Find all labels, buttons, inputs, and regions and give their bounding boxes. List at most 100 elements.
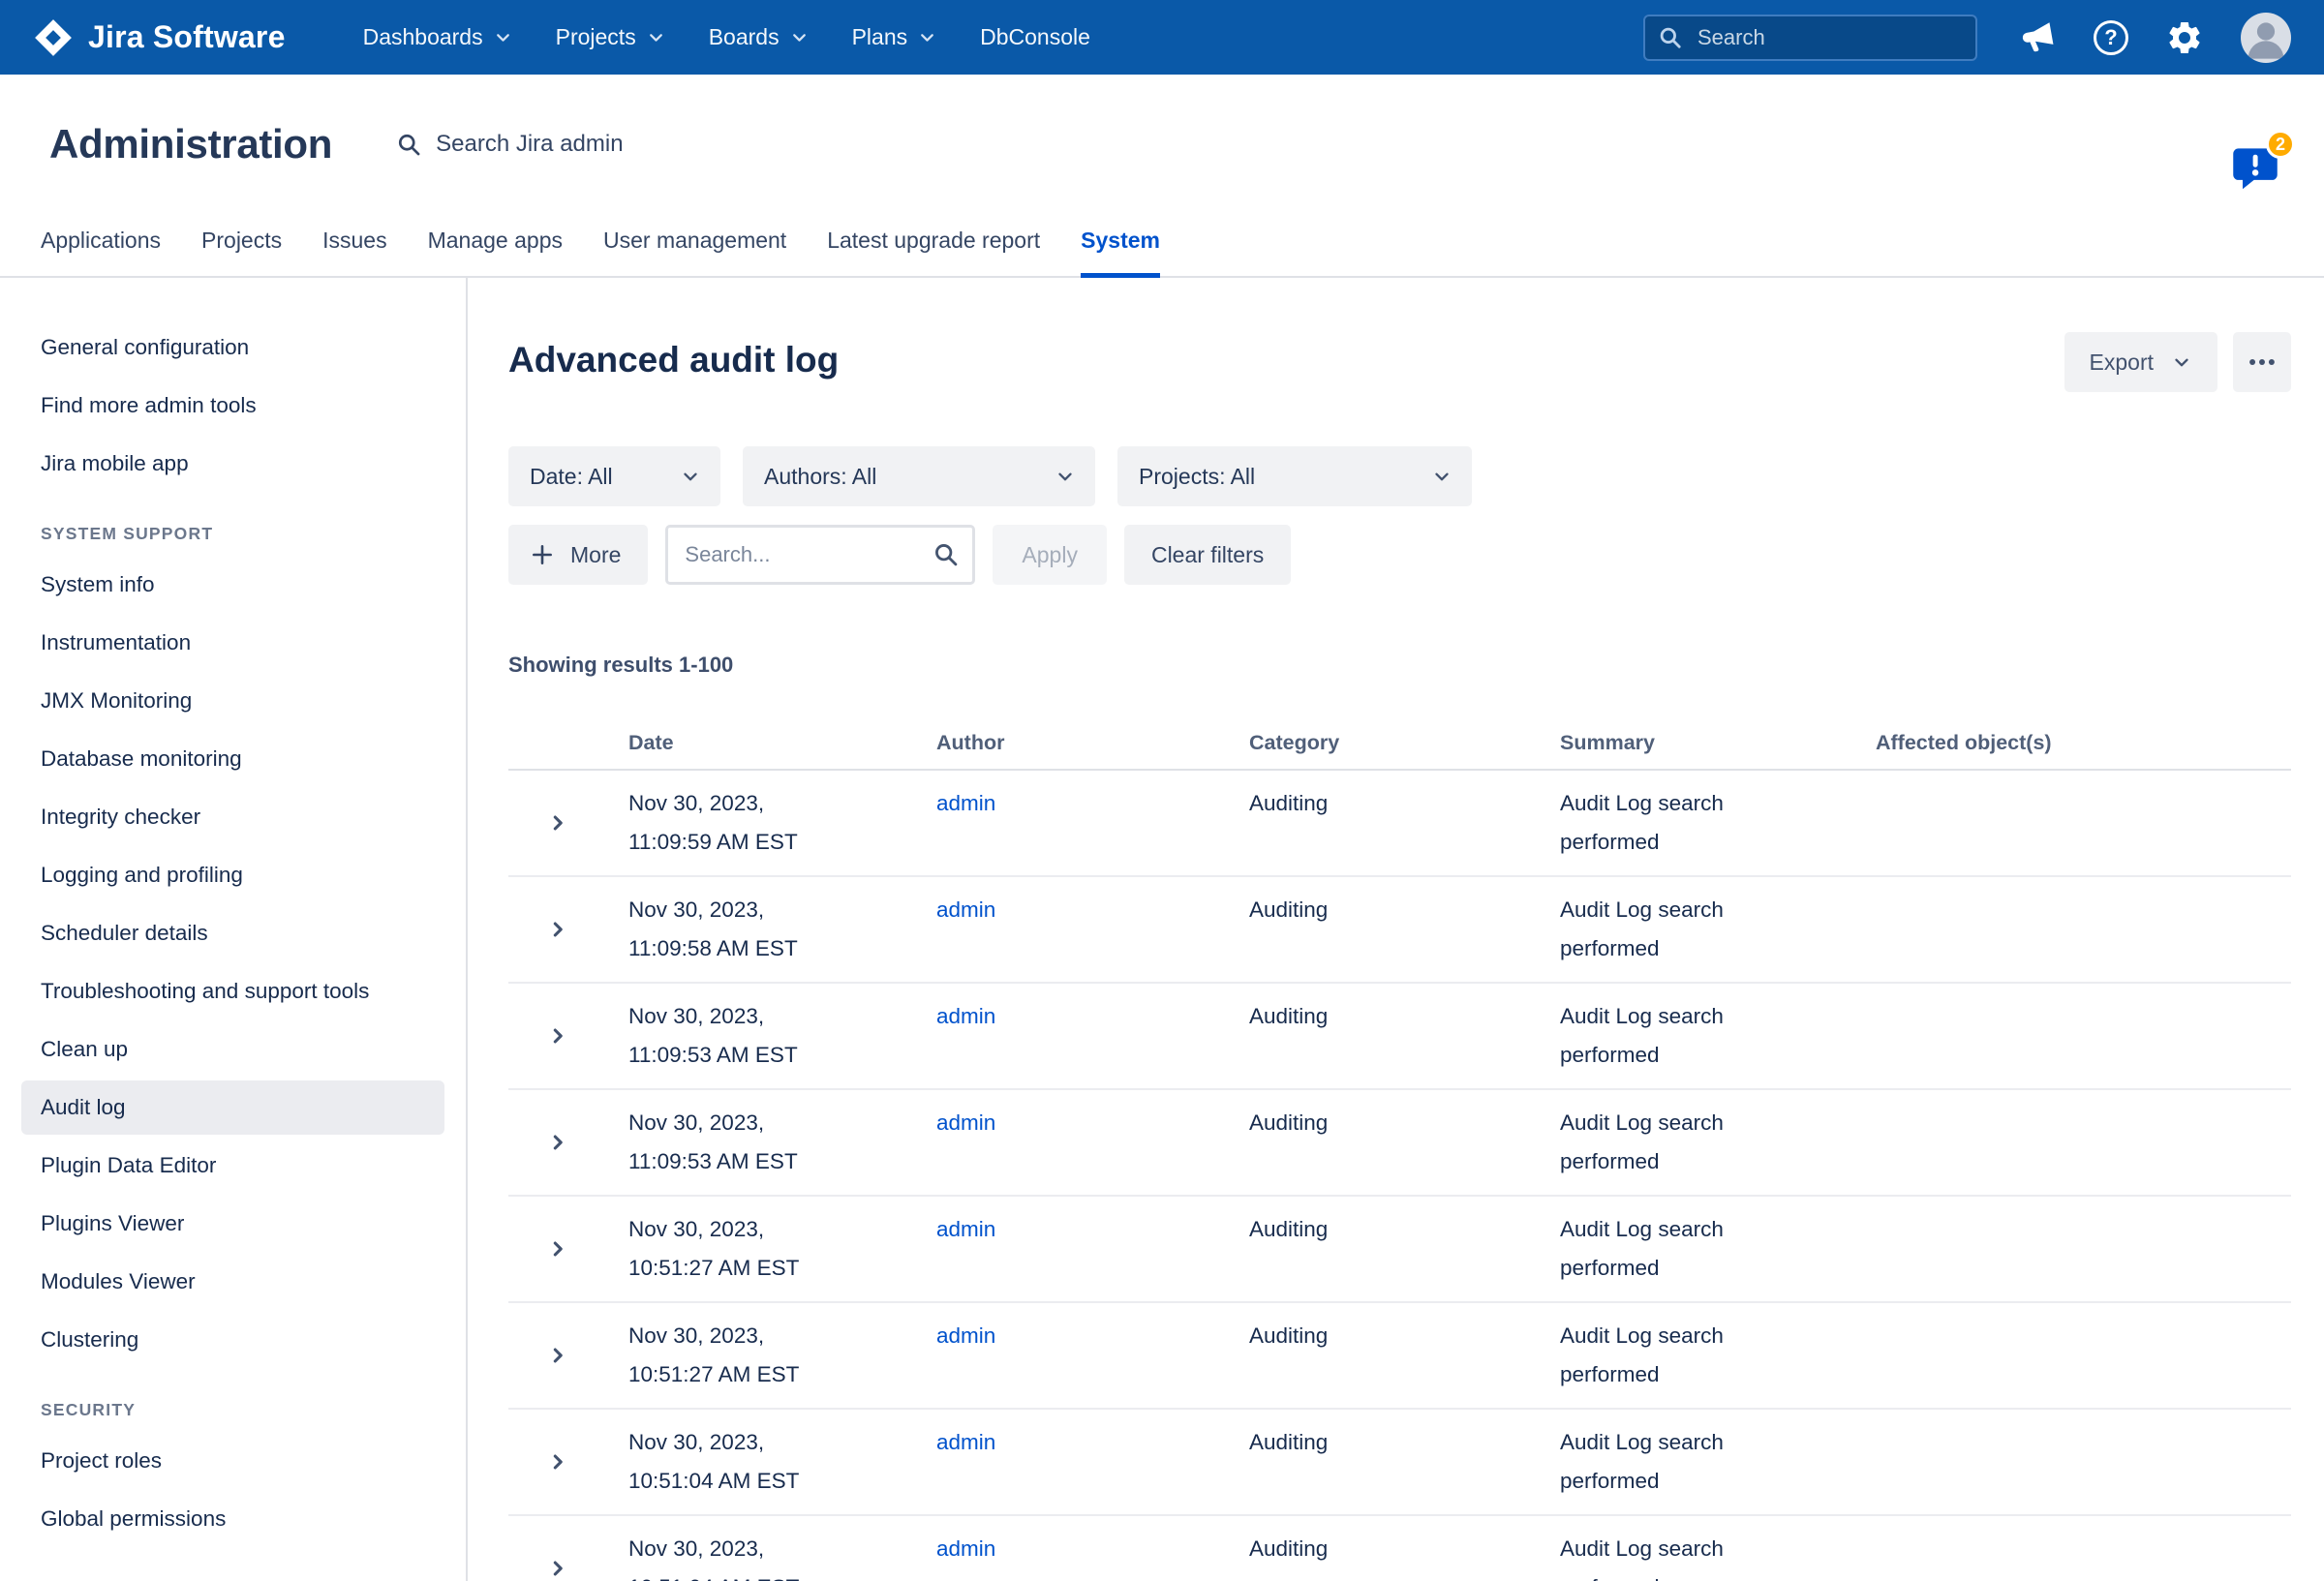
sidebar-item-troubleshooting-and-support-tools[interactable]: Troubleshooting and support tools [21, 964, 444, 1019]
cell-category: Auditing [1249, 997, 1560, 1075]
sidebar-item-find-more-admin-tools[interactable]: Find more admin tools [21, 379, 444, 433]
expand-row-chevron-icon[interactable] [508, 1130, 570, 1155]
tab-projects[interactable]: Projects [201, 228, 282, 278]
top-nav: Jira Software Dashboards Projects Boards… [0, 0, 2324, 75]
author-link[interactable]: admin [936, 791, 995, 815]
tab-system[interactable]: System [1081, 228, 1160, 278]
jira-brand[interactable]: Jira Software [33, 17, 286, 58]
filter-search [665, 525, 975, 585]
cell-date: Nov 30, 2023, 10:51:27 AM EST [628, 1210, 936, 1288]
megaphone-icon[interactable] [2018, 18, 2057, 57]
cell-author: admin [936, 1423, 1249, 1501]
table-row: Nov 30, 2023, 10:51:04 AM EST admin Audi… [508, 1410, 2291, 1516]
expand-row-chevron-icon[interactable] [508, 1236, 570, 1262]
author-link[interactable]: admin [936, 1004, 995, 1028]
tab-latest-upgrade-report[interactable]: Latest upgrade report [827, 228, 1040, 278]
cell-author: admin [936, 1210, 1249, 1288]
expand-row-chevron-icon[interactable] [508, 1449, 570, 1475]
author-link[interactable]: admin [936, 1110, 995, 1135]
sidebar-nav: General configurationFind more admin too… [0, 278, 468, 1581]
sidebar-item-integrity-checker[interactable]: Integrity checker [21, 790, 444, 844]
date-filter-dropdown[interactable]: Date: All [508, 446, 720, 506]
nav-icons: ? [2018, 13, 2291, 63]
search-icon[interactable] [933, 541, 960, 568]
author-link[interactable]: admin [936, 897, 995, 922]
table-row: Nov 30, 2023, 10:51:04 AM EST admin Audi… [508, 1516, 2291, 1581]
export-button[interactable]: Export [2064, 332, 2217, 392]
nav-search-input[interactable] [1643, 15, 1977, 61]
help-icon[interactable]: ? [2094, 20, 2128, 55]
cell-summary: Audit Log search performed [1560, 891, 1850, 968]
cell-author: admin [936, 891, 1249, 968]
sidebar-item-database-monitoring[interactable]: Database monitoring [21, 732, 444, 786]
expand-row-chevron-icon[interactable] [508, 810, 570, 836]
user-avatar[interactable] [2241, 13, 2291, 63]
sidebar-item-modules-viewer[interactable]: Modules Viewer [21, 1255, 444, 1309]
author-link[interactable]: admin [936, 1430, 995, 1454]
nav-item-plans[interactable]: Plans [852, 24, 938, 50]
tab-manage-apps[interactable]: Manage apps [428, 228, 563, 278]
tab-issues[interactable]: Issues [322, 228, 386, 278]
cell-date: Nov 30, 2023, 10:51:04 AM EST [628, 1530, 936, 1581]
sidebar-item-instrumentation[interactable]: Instrumentation [21, 616, 444, 670]
filter-search-input[interactable] [665, 525, 975, 585]
sidebar-heading-system-support: SYSTEM SUPPORT [41, 524, 425, 544]
expand-row-chevron-icon[interactable] [508, 1343, 570, 1368]
admin-search-label: Search Jira admin [436, 131, 623, 158]
nav-item-projects[interactable]: Projects [556, 24, 666, 50]
cell-date: Nov 30, 2023, 10:51:04 AM EST [628, 1423, 936, 1501]
admin-search[interactable]: Search Jira admin [396, 131, 623, 158]
tab-user-management[interactable]: User management [603, 228, 786, 278]
column-header-summary: Summary [1560, 730, 1876, 755]
more-filters-button[interactable]: More [508, 525, 648, 585]
sidebar-item-project-roles[interactable]: Project roles [21, 1434, 444, 1488]
nav-item-dbconsole[interactable]: DbConsole [980, 24, 1090, 50]
cell-date: Nov 30, 2023, 11:09:58 AM EST [628, 891, 936, 968]
sidebar-item-clustering[interactable]: Clustering [21, 1313, 444, 1367]
author-link[interactable]: admin [936, 1323, 995, 1348]
chevron-down-icon [2171, 351, 2192, 373]
author-link[interactable]: admin [936, 1536, 995, 1561]
nav-item-boards[interactable]: Boards [709, 24, 810, 50]
projects-filter-dropdown[interactable]: Projects: All [1117, 446, 1472, 506]
export-label: Export [2090, 350, 2154, 376]
nav-item-dashboards[interactable]: Dashboards [363, 24, 513, 50]
table-row: Nov 30, 2023, 11:09:58 AM EST admin Audi… [508, 877, 2291, 984]
ellipsis-icon [2246, 346, 2278, 379]
chevron-down-icon [1055, 466, 1076, 487]
cell-date: Nov 30, 2023, 10:51:27 AM EST [628, 1317, 936, 1394]
sidebar-item-plugin-data-editor[interactable]: Plugin Data Editor [21, 1139, 444, 1193]
cell-affected [1876, 1423, 2291, 1501]
page-title: Advanced audit log [508, 340, 2291, 380]
sidebar-item-system-info[interactable]: System info [21, 558, 444, 612]
sidebar-item-audit-log[interactable]: Audit log [21, 1080, 444, 1135]
sidebar-item-global-permissions[interactable]: Global permissions [21, 1492, 444, 1546]
sidebar-item-scheduler-details[interactable]: Scheduler details [21, 906, 444, 960]
author-link[interactable]: admin [936, 1217, 995, 1241]
sidebar-item-logging-and-profiling[interactable]: Logging and profiling [21, 848, 444, 902]
feedback-bubble-icon[interactable]: 2 [2229, 143, 2281, 194]
cell-affected [1876, 1530, 2291, 1581]
expand-row-chevron-icon[interactable] [508, 1023, 570, 1049]
search-icon [396, 132, 422, 158]
tab-applications[interactable]: Applications [41, 228, 161, 278]
apply-button[interactable]: Apply [993, 525, 1107, 585]
table-row: Nov 30, 2023, 11:09:59 AM EST admin Audi… [508, 771, 2291, 877]
chevron-down-icon [493, 27, 513, 47]
sidebar-item-general-configuration[interactable]: General configuration [21, 320, 444, 375]
sidebar-item-jmx-monitoring[interactable]: JMX Monitoring [21, 674, 444, 728]
sidebar-item-jira-mobile-app[interactable]: Jira mobile app [21, 437, 444, 491]
sidebar-item-clean-up[interactable]: Clean up [21, 1022, 444, 1077]
cell-category: Auditing [1249, 1423, 1560, 1501]
expand-row-chevron-icon[interactable] [508, 1556, 570, 1581]
clear-filters-button[interactable]: Clear filters [1124, 525, 1291, 585]
cell-affected [1876, 891, 2291, 968]
authors-filter-dropdown[interactable]: Authors: All [743, 446, 1095, 506]
cell-date: Nov 30, 2023, 11:09:59 AM EST [628, 784, 936, 862]
gear-icon[interactable] [2165, 18, 2204, 57]
sidebar-item-plugins-viewer[interactable]: Plugins Viewer [21, 1197, 444, 1251]
column-header-category: Category [1249, 730, 1560, 755]
nav-search [1643, 15, 1977, 61]
more-actions-button[interactable] [2233, 332, 2291, 392]
expand-row-chevron-icon[interactable] [508, 917, 570, 942]
